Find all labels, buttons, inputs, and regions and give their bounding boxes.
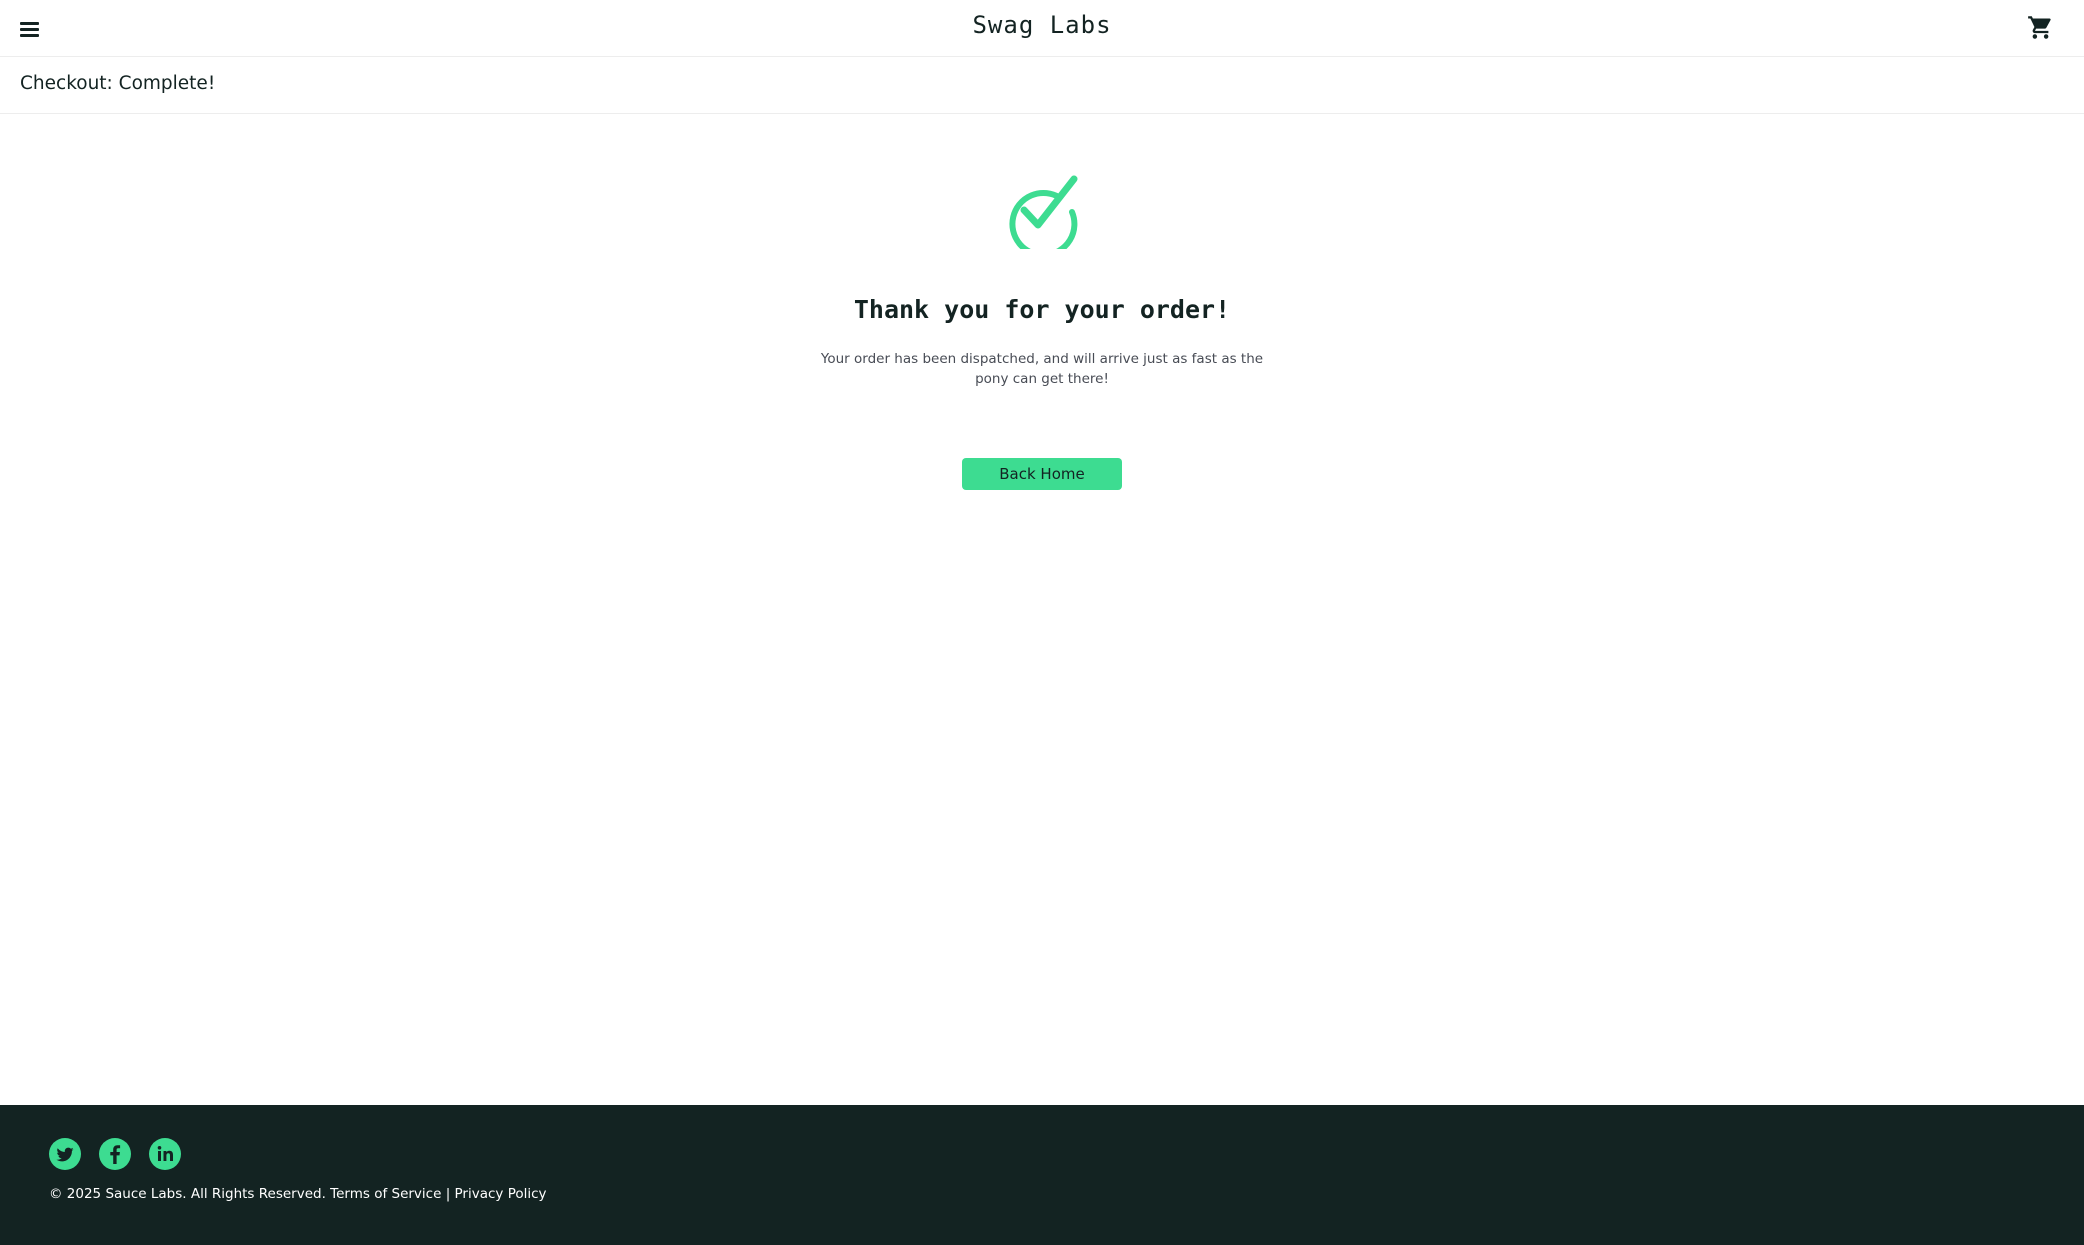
shopping-cart-icon[interactable] [2027, 14, 2054, 41]
app-root: Swag Labs Checkout: Complete! Thank you … [0, 0, 2084, 1245]
footer [0, 1105, 2084, 1245]
app-title: Swag Labs [972, 11, 1112, 39]
complete-message: Your order has been dispatched, and will… [820, 351, 1264, 387]
secondary-header: Checkout: Complete! [0, 57, 2084, 114]
linkedin-glyph [149, 1138, 181, 1170]
twitter-icon[interactable] [49, 1138, 81, 1170]
page-title: Checkout: Complete! [20, 73, 216, 94]
linkedin-icon[interactable] [149, 1138, 181, 1170]
cart-glyph [2028, 16, 2051, 39]
facebook-glyph [99, 1138, 131, 1170]
back-home-button[interactable]: Back Home [962, 458, 1122, 490]
checkmark-glyph [1009, 175, 1078, 258]
twitter-glyph [49, 1138, 81, 1170]
checkmark-circle-icon [1004, 175, 1078, 258]
facebook-icon[interactable] [99, 1138, 131, 1170]
footer-copyright: © 2025 Sauce Labs. All Rights Reserved. … [49, 1186, 547, 1202]
complete-heading: Thank you for your order! [853, 295, 1231, 324]
primary-header: Swag Labs [0, 0, 2084, 57]
